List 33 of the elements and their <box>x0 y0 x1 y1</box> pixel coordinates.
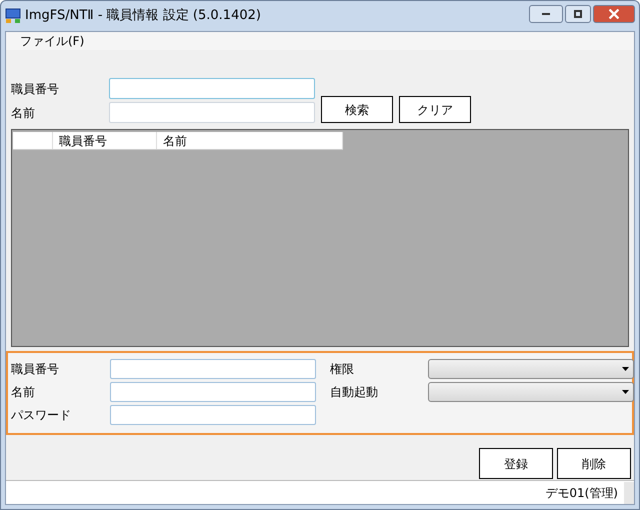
field-label: 自動起動 <box>330 384 379 401</box>
button[interactable]: 登録 <box>479 448 553 479</box>
dropdown[interactable] <box>428 382 634 402</box>
field-label: 権限 <box>330 361 355 378</box>
input-field[interactable] <box>110 405 316 425</box>
field-label: 職員番号 <box>11 80 60 98</box>
size-grip[interactable] <box>624 482 634 504</box>
field-label: 名前 <box>11 104 36 122</box>
window-title: ImgFS/NTⅡ - 職員情報 設定 (5.0.1402) <box>25 7 261 26</box>
button[interactable]: 検索 <box>321 96 393 123</box>
app-icon <box>5 8 21 24</box>
input-field[interactable] <box>110 359 316 379</box>
menu-item[interactable]: ファイル(F) <box>16 32 88 50</box>
field-label: 職員番号 <box>11 361 60 378</box>
close-button[interactable] <box>593 5 635 23</box>
field-label: パスワード <box>11 407 72 424</box>
button[interactable]: クリア <box>399 96 471 123</box>
maximize-icon <box>574 10 582 18</box>
caret-icon <box>622 367 629 371</box>
button[interactable]: 削除 <box>557 448 631 479</box>
minimize-button[interactable] <box>529 5 563 23</box>
dropdown[interactable] <box>428 359 634 379</box>
input-field[interactable] <box>110 382 316 402</box>
minimize-icon <box>542 13 550 15</box>
column-header[interactable]: 職員番号 <box>53 132 157 149</box>
input-field[interactable] <box>109 78 315 99</box>
maximize-button[interactable] <box>565 5 591 23</box>
status-text: デモ01(管理) <box>545 484 619 502</box>
close-icon <box>609 9 619 19</box>
input-field[interactable] <box>109 102 315 123</box>
field-label: 名前 <box>11 384 36 401</box>
caret-icon <box>622 390 629 394</box>
column-header[interactable]: 名前 <box>157 132 343 149</box>
